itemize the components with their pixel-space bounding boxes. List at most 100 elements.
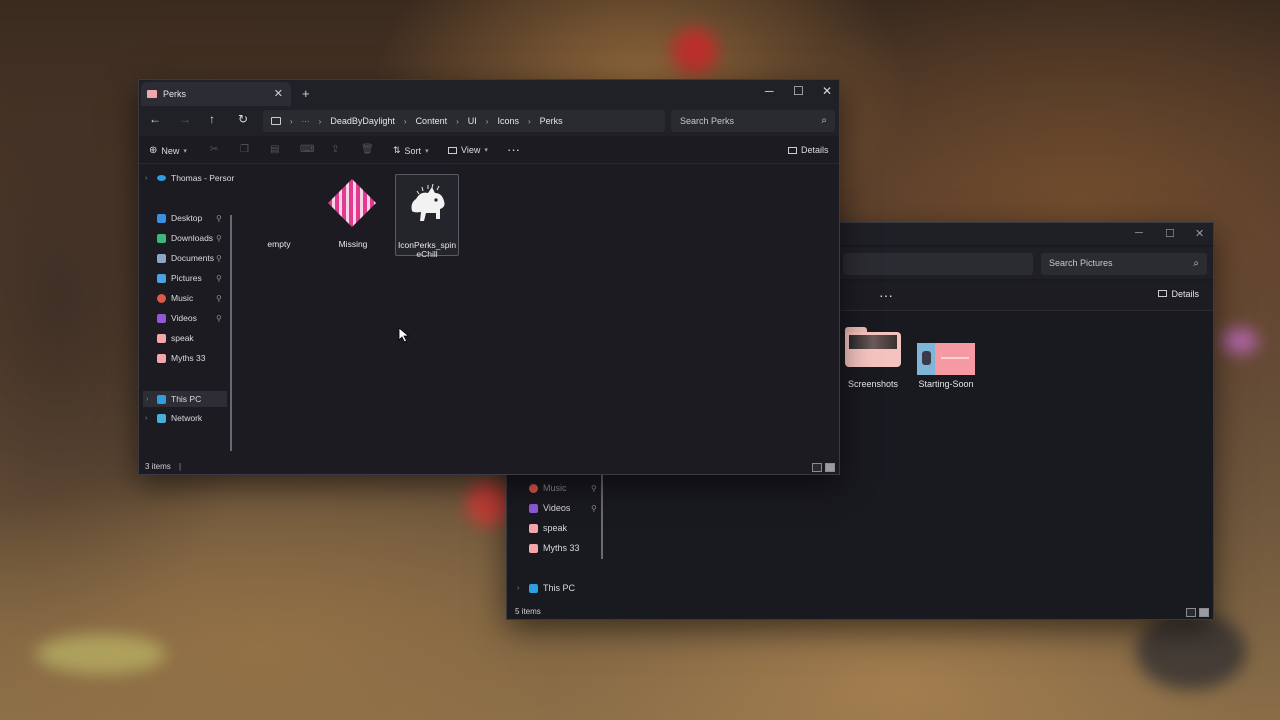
details-button[interactable]: Details: [788, 145, 829, 155]
sidebar-item-myths-33[interactable]: Myths 33: [529, 543, 580, 553]
sidebar-item-myths-33[interactable]: Myths 33: [157, 353, 206, 363]
close-icon[interactable]: ✕: [1195, 227, 1204, 240]
forward-icon[interactable]: →: [179, 112, 191, 126]
folder-label[interactable]: Screenshots: [833, 379, 913, 389]
file-label[interactable]: Starting-Soon: [906, 379, 986, 389]
chevron-right-icon[interactable]: ›: [517, 585, 519, 592]
status-item-count: 5 items: [515, 607, 541, 616]
sidebar-item-downloads[interactable]: Downloads ⚲: [157, 233, 222, 243]
image-thumbnail[interactable]: [917, 343, 975, 375]
details-view-icon[interactable]: [812, 463, 822, 472]
background-red-glow: [672, 28, 718, 74]
sidebar-item-label: Music: [543, 483, 567, 493]
breadcrumb-item[interactable]: DeadByDaylight: [330, 116, 395, 126]
close-icon[interactable]: ✕: [822, 84, 832, 98]
copy-icon[interactable]: ❐: [240, 144, 249, 155]
delete-icon[interactable]: 🗑: [361, 144, 374, 155]
pin-icon: ⚲: [216, 253, 222, 263]
minimize-icon[interactable]: ─: [765, 84, 774, 98]
ellipsis-icon[interactable]: ···: [302, 117, 310, 126]
details-view-icon[interactable]: [1186, 608, 1196, 617]
maximize-icon[interactable]: ☐: [1165, 227, 1175, 240]
background-pink-glow: [1222, 328, 1258, 354]
folder-icon: [529, 523, 538, 533]
chevron-right-icon[interactable]: ›: [145, 415, 147, 422]
close-tab-icon[interactable]: ✕: [274, 87, 283, 100]
sidebar-item-pictures[interactable]: Pictures ⚲: [157, 273, 222, 283]
chevron-right-icon[interactable]: ›: [146, 396, 148, 403]
refresh-icon[interactable]: ↻: [238, 112, 248, 126]
pin-icon: ⚲: [216, 293, 222, 303]
chevron-right-icon: ›: [403, 116, 407, 126]
breadcrumb-item[interactable]: Content: [416, 116, 448, 126]
folder-icon[interactable]: [845, 327, 901, 367]
view-switcher: [1186, 608, 1209, 617]
sidebar-item-label: Myths 33: [543, 543, 580, 553]
sidebar-item-this-pc[interactable]: › This PC: [517, 583, 575, 593]
pc-icon: [529, 583, 538, 593]
new-button[interactable]: ⊕ New ▾: [149, 145, 187, 156]
background-hud-glow: [36, 634, 166, 674]
sort-button[interactable]: ⇅ Sort ▾: [393, 145, 429, 156]
more-options-icon[interactable]: ···: [879, 287, 893, 303]
file-label: Missing: [338, 239, 368, 249]
share-icon[interactable]: ⇪: [331, 144, 339, 155]
rename-icon[interactable]: ⌨: [300, 144, 314, 155]
file-item[interactable]: empty: [247, 174, 311, 256]
sidebar-item-videos[interactable]: Videos ⚲: [529, 503, 597, 513]
cut-icon[interactable]: ✂: [210, 144, 218, 155]
sidebar-item-desktop[interactable]: Desktop ⚲: [157, 213, 222, 223]
sidebar-item-videos[interactable]: Videos ⚲: [157, 313, 222, 323]
sidebar-item-music[interactable]: Music ⚲: [157, 293, 222, 303]
sidebar-item-speak[interactable]: speak: [157, 333, 194, 343]
file-item[interactable]: Missing: [321, 174, 385, 256]
back-icon[interactable]: ←: [149, 112, 161, 126]
tiles-view-icon[interactable]: [825, 463, 835, 472]
sidebar-item-label: speak: [171, 333, 194, 343]
pin-icon: ⚲: [216, 233, 222, 243]
sidebar-item-network[interactable]: › Network: [145, 413, 202, 423]
breadcrumb-item[interactable]: Perks: [540, 116, 563, 126]
chevron-right-icon: ›: [527, 116, 531, 126]
maximize-icon[interactable]: ☐: [793, 84, 804, 98]
tab-perks[interactable]: Perks ✕: [141, 82, 291, 106]
new-tab-icon[interactable]: +: [302, 86, 310, 101]
details-icon: [1158, 290, 1168, 297]
sidebar-item-this-pc[interactable]: › This PC: [143, 391, 227, 407]
view-label: View: [461, 145, 481, 155]
chevron-right-icon[interactable]: ›: [145, 175, 147, 182]
videos-icon: [529, 503, 538, 513]
sidebar-scrollbar[interactable]: [230, 215, 232, 451]
sidebar-item-label: Thomas - Persor: [171, 173, 235, 183]
breadcrumb-item[interactable]: UI: [468, 116, 477, 126]
sidebar-item-documents[interactable]: Documents ⚲: [157, 253, 222, 263]
paste-icon[interactable]: ▤: [270, 144, 279, 155]
search-input[interactable]: Search Perks ⌕: [671, 110, 835, 132]
file-label: empty: [267, 239, 291, 249]
sidebar-item-music[interactable]: Music ⚲: [529, 483, 597, 493]
sidebar-item-speak[interactable]: speak: [529, 523, 567, 533]
downloads-icon: [157, 233, 166, 243]
breadcrumb-item[interactable]: Icons: [497, 116, 519, 126]
address-input[interactable]: [843, 253, 1033, 275]
chevron-right-icon: ›: [485, 116, 489, 126]
view-icon: [448, 146, 457, 154]
up-icon[interactable]: ↑: [209, 112, 215, 126]
search-icon: ⌕: [1193, 258, 1199, 269]
sidebar-item-label: This PC: [171, 394, 202, 404]
details-button[interactable]: Details: [1158, 289, 1199, 299]
sidebar-item-account[interactable]: › Thomas - Persor: [145, 173, 235, 183]
tiles-view-icon[interactable]: [1199, 608, 1209, 617]
chevron-down-icon: ▾: [484, 147, 488, 154]
chevron-down-icon: ▾: [183, 147, 187, 155]
sidebar-scrollbar[interactable]: [601, 475, 603, 559]
breadcrumb[interactable]: › ··· › DeadByDaylight › Content › UI › …: [263, 110, 665, 132]
address-bar: ← → ↑ ↻ › ··· › DeadByDaylight › Content…: [139, 106, 839, 136]
search-input[interactable]: Search Pictures ⌕: [1041, 253, 1207, 275]
status-bar: 3 items |: [145, 462, 181, 471]
view-button[interactable]: View ▾: [448, 145, 488, 155]
minimize-icon[interactable]: ─: [1135, 227, 1143, 239]
pin-icon: ⚲: [216, 213, 222, 223]
more-options-icon[interactable]: ···: [507, 142, 520, 157]
file-item-selected[interactable]: IconPerks_spineChill: [395, 174, 459, 259]
